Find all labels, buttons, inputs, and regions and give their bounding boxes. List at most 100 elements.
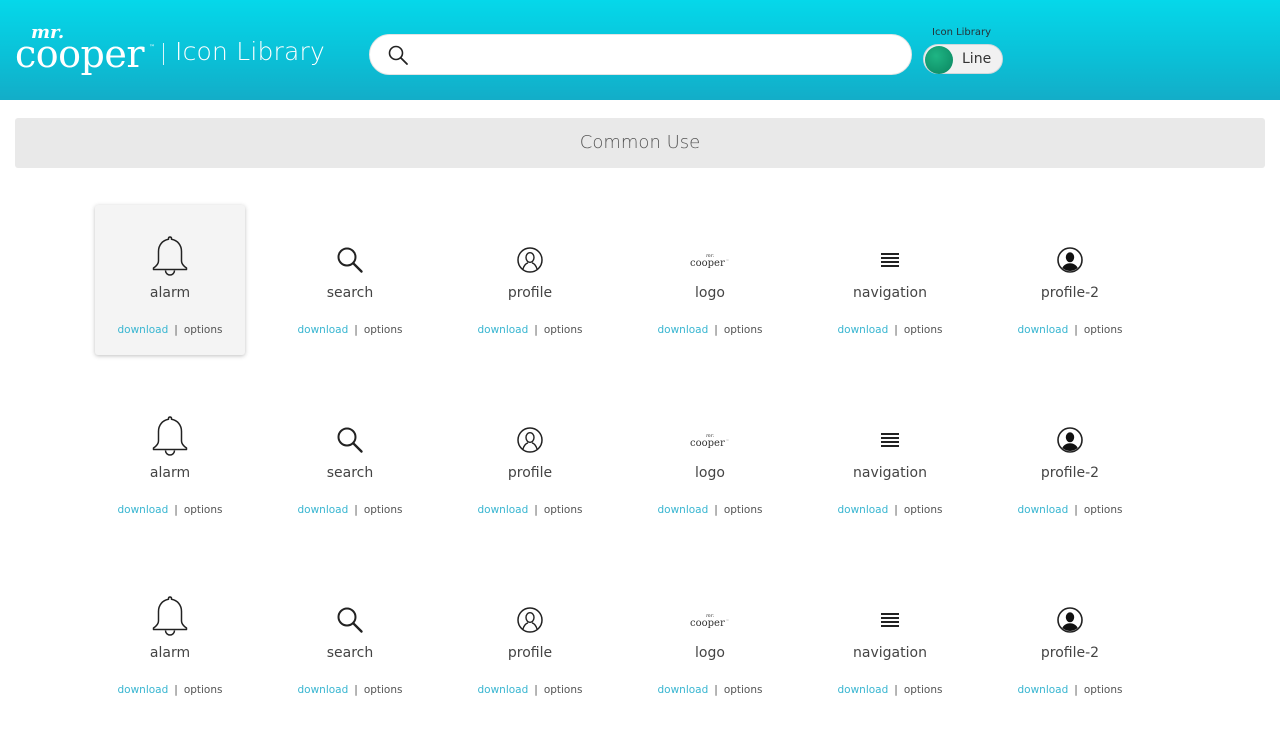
icon-card[interactable]: mr. cooper ™ logo download | options bbox=[635, 385, 785, 535]
icon-actions: download | options bbox=[635, 684, 785, 696]
options-link[interactable]: options bbox=[184, 684, 223, 696]
icon-actions: download | options bbox=[95, 324, 245, 336]
options-link[interactable]: options bbox=[364, 684, 403, 696]
options-link[interactable]: options bbox=[904, 504, 943, 516]
icon-name: navigation bbox=[853, 645, 927, 661]
download-link[interactable]: download bbox=[837, 324, 888, 336]
icon-name: alarm bbox=[149, 465, 191, 481]
download-link[interactable]: download bbox=[1017, 504, 1068, 516]
options-link[interactable]: options bbox=[184, 504, 223, 516]
options-link[interactable]: options bbox=[904, 324, 943, 336]
download-link[interactable]: download bbox=[477, 324, 528, 336]
icon-actions: download | options bbox=[635, 504, 785, 516]
icon-card[interactable]: profile-2 download | options bbox=[995, 565, 1145, 715]
icon-card[interactable]: alarm download | options bbox=[95, 385, 245, 535]
options-link[interactable]: options bbox=[184, 324, 223, 336]
link-separator: | bbox=[534, 504, 538, 516]
icon-actions: download | options bbox=[815, 324, 965, 336]
icon-card[interactable]: profile-2 download | options bbox=[995, 205, 1145, 355]
icon-name: logo bbox=[695, 285, 725, 301]
icon-actions: download | options bbox=[995, 324, 1145, 336]
icon-card[interactable]: profile download | options bbox=[455, 205, 605, 355]
options-link[interactable]: options bbox=[1084, 324, 1123, 336]
svg-text:™: ™ bbox=[726, 619, 729, 623]
svg-text:cooper: cooper bbox=[690, 438, 725, 449]
icon-card[interactable]: profile-2 download | options bbox=[995, 385, 1145, 535]
icon-actions: download | options bbox=[815, 684, 965, 696]
options-link[interactable]: options bbox=[1084, 684, 1123, 696]
bell-icon bbox=[95, 233, 245, 277]
icon-card[interactable]: alarm download | options bbox=[95, 565, 245, 715]
icon-actions: download | options bbox=[275, 684, 425, 696]
icon-card[interactable]: profile download | options bbox=[455, 385, 605, 535]
profile-filled-icon bbox=[995, 606, 1145, 634]
icon-card[interactable]: search download | options bbox=[275, 565, 425, 715]
icon-name: profile-2 bbox=[1040, 645, 1100, 661]
profile-outline-icon bbox=[455, 246, 605, 274]
options-link[interactable]: options bbox=[904, 684, 943, 696]
options-link[interactable]: options bbox=[724, 324, 763, 336]
menu-lines-icon bbox=[815, 611, 965, 629]
link-separator: | bbox=[534, 324, 538, 336]
link-separator: | bbox=[534, 684, 538, 696]
download-link[interactable]: download bbox=[117, 504, 168, 516]
icon-card[interactable]: navigation download | options bbox=[815, 385, 965, 535]
search-icon bbox=[275, 606, 425, 634]
link-separator: | bbox=[714, 504, 718, 516]
svg-text:cooper: cooper bbox=[690, 258, 725, 269]
download-link[interactable]: download bbox=[1017, 324, 1068, 336]
download-link[interactable]: download bbox=[657, 504, 708, 516]
icon-card[interactable]: navigation download | options bbox=[815, 205, 965, 355]
download-link[interactable]: download bbox=[837, 504, 888, 516]
icon-card[interactable]: navigation download | options bbox=[815, 565, 965, 715]
download-link[interactable]: download bbox=[477, 684, 528, 696]
icon-card[interactable]: mr. cooper ™ logo download | options bbox=[635, 565, 785, 715]
menu-lines-icon bbox=[815, 251, 965, 269]
icon-name: navigation bbox=[853, 465, 927, 481]
icon-actions: download | options bbox=[275, 324, 425, 336]
icon-name: search bbox=[326, 285, 374, 301]
download-link[interactable]: download bbox=[117, 684, 168, 696]
options-link[interactable]: options bbox=[1084, 504, 1123, 516]
icon-card[interactable]: search download | options bbox=[275, 205, 425, 355]
profile-filled-icon bbox=[995, 426, 1145, 454]
svg-text:™: ™ bbox=[726, 259, 729, 263]
download-link[interactable]: download bbox=[837, 684, 888, 696]
link-separator: | bbox=[1074, 504, 1078, 516]
icon-actions: download | options bbox=[455, 504, 605, 516]
search-icon bbox=[275, 426, 425, 454]
icon-name: profile-2 bbox=[1040, 465, 1100, 481]
icon-name: search bbox=[326, 465, 374, 481]
options-link[interactable]: options bbox=[544, 324, 583, 336]
icon-name: profile bbox=[507, 465, 553, 481]
download-link[interactable]: download bbox=[297, 324, 348, 336]
download-link[interactable]: download bbox=[297, 504, 348, 516]
icon-card[interactable]: alarm download | options bbox=[95, 205, 245, 355]
icon-card[interactable]: profile download | options bbox=[455, 565, 605, 715]
icon-actions: download | options bbox=[275, 504, 425, 516]
download-link[interactable]: download bbox=[1017, 684, 1068, 696]
icon-name: logo bbox=[695, 465, 725, 481]
download-link[interactable]: download bbox=[477, 504, 528, 516]
download-link[interactable]: download bbox=[657, 684, 708, 696]
icon-name: profile-2 bbox=[1040, 285, 1100, 301]
download-link[interactable]: download bbox=[117, 324, 168, 336]
download-link[interactable]: download bbox=[297, 684, 348, 696]
svg-text:™: ™ bbox=[726, 439, 729, 443]
download-link[interactable]: download bbox=[657, 324, 708, 336]
icon-name: navigation bbox=[853, 285, 927, 301]
options-link[interactable]: options bbox=[724, 684, 763, 696]
options-link[interactable]: options bbox=[364, 504, 403, 516]
options-link[interactable]: options bbox=[724, 504, 763, 516]
icon-card[interactable]: search download | options bbox=[275, 385, 425, 535]
options-link[interactable]: options bbox=[544, 684, 583, 696]
options-link[interactable]: options bbox=[544, 504, 583, 516]
link-separator: | bbox=[894, 504, 898, 516]
icon-actions: download | options bbox=[95, 684, 245, 696]
menu-lines-icon bbox=[815, 431, 965, 449]
bell-icon bbox=[95, 413, 245, 457]
link-separator: | bbox=[174, 504, 178, 516]
options-link[interactable]: options bbox=[364, 324, 403, 336]
icon-card[interactable]: mr. cooper ™ logo download | options bbox=[635, 205, 785, 355]
svg-text:cooper: cooper bbox=[690, 618, 725, 629]
